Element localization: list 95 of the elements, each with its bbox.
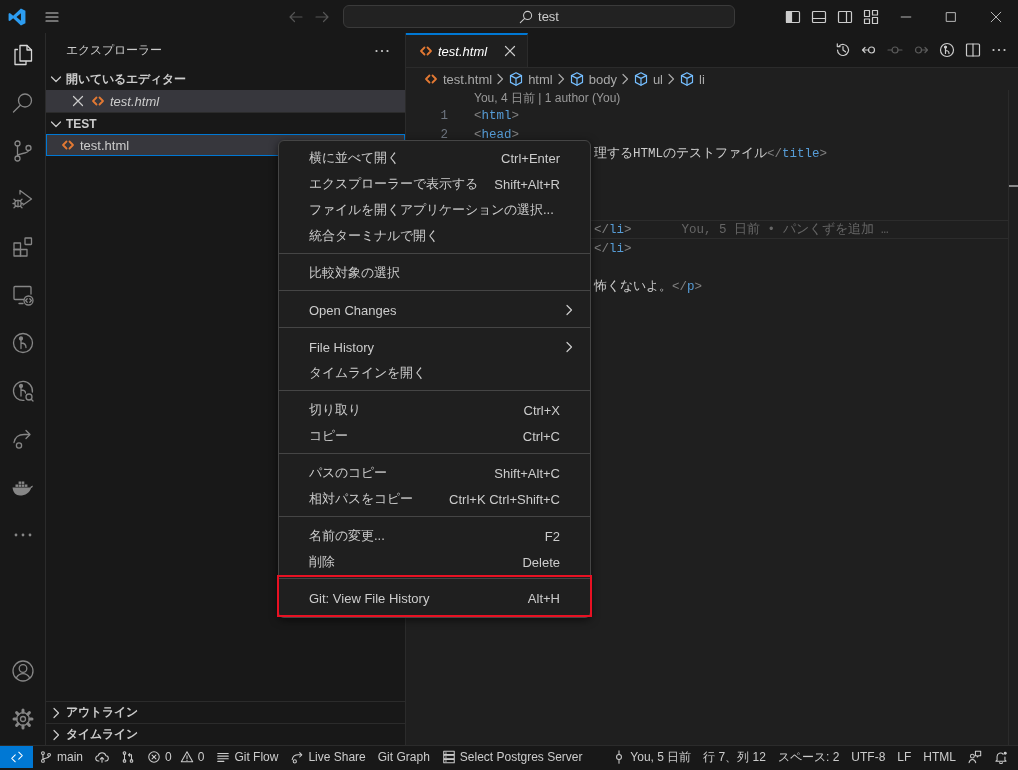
cube-icon — [679, 71, 695, 87]
breadcrumb-item[interactable]: body — [568, 71, 617, 87]
git-graph-button[interactable]: Git Graph — [371, 746, 436, 768]
remote-button[interactable] — [0, 746, 33, 768]
server-icon — [441, 750, 456, 764]
settings-icon[interactable] — [10, 707, 35, 731]
run-debug-icon[interactable] — [10, 187, 35, 211]
live-share-button[interactable]: Live Share — [284, 746, 372, 768]
search-icon — [519, 9, 533, 24]
codelens-link[interactable]: You, 4 日前 | 1 author (You) — [406, 90, 1008, 106]
section-header[interactable]: 開いているエディター — [46, 68, 405, 90]
menu-item[interactable]: 比較対象の選択 — [279, 260, 590, 286]
code-line: </li> — [594, 222, 632, 237]
cube-icon — [568, 71, 585, 87]
git-flow-button[interactable]: Git Flow — [210, 746, 285, 768]
code-line: 理するHTMLのテストファイル</title> — [594, 145, 828, 162]
code-line: <head> — [474, 127, 520, 142]
share-arrow-icon — [290, 750, 305, 764]
search-icon[interactable] — [10, 91, 35, 115]
blame-button[interactable]: You, 5 日前 — [606, 746, 698, 768]
indentation-button[interactable]: スペース: 2 — [771, 746, 846, 768]
split-icon[interactable] — [965, 42, 981, 58]
account-icon[interactable] — [10, 659, 35, 683]
language-button[interactable]: HTML — [917, 746, 962, 768]
branch-circle-icon[interactable] — [939, 42, 955, 58]
keyboard-shortcut: Ctrl+Enter — [500, 150, 560, 166]
line-number: 1 — [439, 108, 448, 123]
menu-item[interactable]: パスのコピー Shift+Alt+C — [279, 460, 590, 486]
warnings-button[interactable]: 0 — [177, 746, 211, 768]
warning-icon — [179, 750, 194, 764]
errors-button[interactable]: 0 — [141, 746, 178, 768]
panel-layout-icon[interactable] — [811, 8, 827, 25]
menu-item[interactable]: 削除 Delete — [279, 549, 590, 575]
extensions-icon[interactable] — [10, 235, 35, 259]
keyboard-shortcut: F2 — [543, 528, 560, 544]
clock-arrow-icon[interactable] — [835, 42, 851, 58]
cube-icon — [508, 71, 525, 87]
keyboard-shortcut: Ctrl+K Ctrl+Shift+C — [448, 491, 560, 507]
bell-icon[interactable] — [994, 750, 1008, 764]
list-icon — [216, 750, 231, 764]
open-editor-item[interactable]: test.html — [46, 90, 405, 112]
branch-search-icon[interactable] — [10, 379, 35, 403]
cursor-position-button[interactable]: 行 7、列 12 — [697, 746, 772, 768]
branch-button[interactable]: main — [33, 746, 89, 768]
close-icon[interactable] — [70, 93, 86, 109]
breadcrumb-item[interactable]: ul — [632, 71, 663, 87]
branch-icon — [39, 750, 53, 764]
menu-item[interactable]: 相対パスをコピー Ctrl+K Ctrl+Shift+C — [279, 486, 590, 512]
keyboard-shortcut: Ctrl+C — [521, 428, 560, 444]
cursor-marker — [1009, 185, 1018, 187]
menu-item[interactable]: Git: View File History Alt+H — [279, 585, 590, 611]
menu-item[interactable]: Open Changes — [279, 297, 590, 323]
menu-item[interactable]: 切り取り Ctrl+X — [279, 397, 590, 423]
branch-arrow-icon[interactable] — [121, 750, 135, 764]
command-center[interactable]: test — [343, 5, 735, 28]
blame-annotation: You, 5 日前 • パンくずを追加 … — [681, 221, 889, 238]
keyboard-shortcut: Shift+Alt+C — [493, 465, 560, 481]
maximize-icon[interactable] — [943, 9, 958, 24]
menu-item[interactable]: コピー Ctrl+C — [279, 423, 590, 449]
line-number: 2 — [439, 127, 448, 142]
grid-layout-icon[interactable] — [863, 8, 879, 25]
menu-item[interactable]: 名前の変更... F2 — [279, 523, 590, 549]
keyboard-shortcut: Delete — [521, 554, 560, 570]
monitor-icon[interactable] — [10, 283, 35, 307]
sidebar-title: エクスプローラー — [66, 42, 163, 59]
breadcrumb-item[interactable]: test.html — [423, 71, 493, 87]
code-line: 怖くないよ。</p> — [594, 278, 703, 295]
encoding-button[interactable]: UTF-8 — [845, 746, 892, 768]
feedback-icon[interactable] — [968, 750, 982, 764]
close-icon[interactable] — [988, 9, 1003, 24]
breadcrumb-item[interactable]: li — [679, 71, 705, 87]
keyboard-shortcut: Shift+Alt+R — [493, 176, 560, 192]
menu-item[interactable]: エクスプローラーで表示する Shift+Alt+R — [279, 171, 590, 197]
app-logo-icon — [8, 7, 26, 26]
keyboard-shortcut: Alt+H — [526, 590, 560, 606]
menu-item[interactable]: File History — [279, 334, 590, 360]
error-icon — [147, 750, 161, 764]
breadcrumb-item[interactable]: html — [508, 71, 553, 87]
menu-item[interactable]: 統合ターミナルで開く — [279, 223, 590, 249]
postgres-server-button[interactable]: Select Postgres Server — [435, 746, 589, 768]
code-line: </li> — [594, 241, 632, 256]
cube-icon — [632, 71, 649, 87]
editor-tab[interactable]: test.html — [406, 33, 528, 67]
menu-item[interactable]: タイムラインを開く — [279, 360, 590, 386]
cloud-upload-icon[interactable] — [95, 750, 109, 764]
angle-brackets-icon — [9, 750, 24, 764]
code-line: <html> — [474, 108, 520, 123]
sidebar-layout-icon[interactable] — [785, 8, 801, 25]
secondary-sidebar-layout-icon[interactable] — [837, 8, 853, 25]
line-ending-button[interactable]: LF — [891, 746, 918, 768]
keyboard-shortcut: Ctrl+X — [522, 402, 560, 418]
section-header[interactable]: アウトライン — [46, 701, 405, 723]
menu-item[interactable]: ファイルを開くアプリケーションの選択... — [279, 197, 590, 223]
branch-circle-icon[interactable] — [10, 331, 35, 355]
close-icon[interactable] — [502, 43, 518, 59]
